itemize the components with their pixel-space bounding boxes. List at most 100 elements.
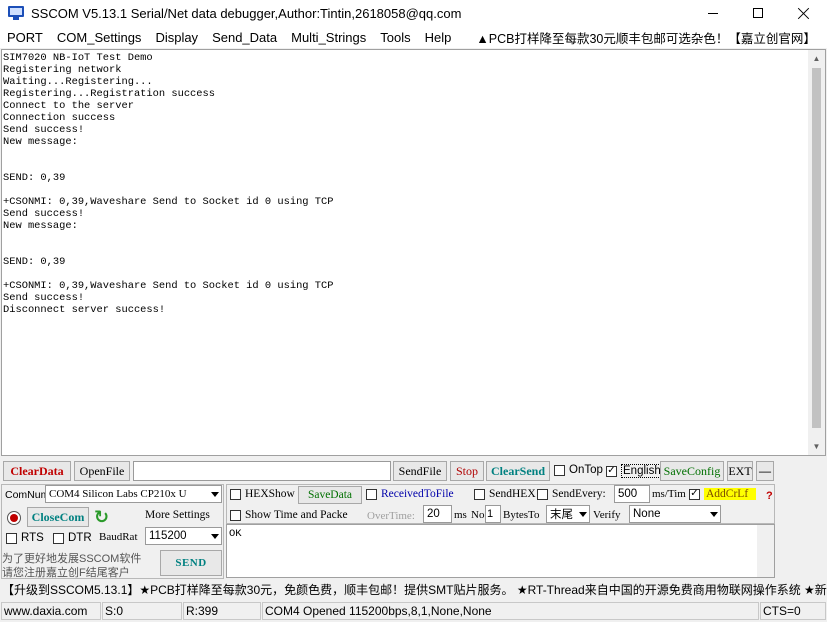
receive-line bbox=[3, 148, 808, 160]
dtr-label: DTR bbox=[68, 532, 92, 544]
add-crlf-label: AddCrLf bbox=[704, 488, 757, 500]
save-config-button[interactable]: SaveConfig bbox=[660, 461, 724, 481]
file-path-input[interactable] bbox=[133, 461, 391, 481]
ext-button[interactable]: EXT bbox=[727, 461, 753, 481]
sscom-window: SSCOM V5.13.1 Serial/Net data debugger,A… bbox=[0, 0, 827, 622]
save-data-button[interactable]: SaveData bbox=[298, 486, 362, 504]
com-port-value: COM4 Silicon Labs CP210x U bbox=[49, 488, 187, 500]
more-settings-link[interactable]: More Settings bbox=[145, 509, 210, 521]
scroll-thumb[interactable] bbox=[812, 68, 821, 428]
overtime-input[interactable]: 20 bbox=[423, 505, 452, 523]
ms-tim-label: ms/Tim bbox=[652, 488, 686, 500]
chevron-down-icon bbox=[211, 534, 219, 539]
ms-label: ms bbox=[454, 509, 467, 521]
com-port-select[interactable]: COM4 Silicon Labs CP210x U bbox=[45, 485, 222, 503]
receive-scrollbar[interactable]: ▲ ▼ bbox=[808, 50, 825, 455]
chevron-down-icon bbox=[579, 512, 587, 517]
receive-area[interactable]: SIM7020 NB-IoT Test Demo Registering netw… bbox=[1, 49, 826, 456]
maximize-button[interactable] bbox=[735, 0, 781, 26]
checkbox-icon bbox=[53, 532, 64, 544]
receive-line: Connect to the server bbox=[3, 100, 134, 112]
menu-help[interactable]: Help bbox=[418, 30, 459, 45]
dtr-checkbox[interactable]: DTR bbox=[53, 532, 92, 544]
menu-tools[interactable]: Tools bbox=[373, 30, 417, 45]
checkmark-icon: ✓ bbox=[606, 465, 617, 477]
receive-line bbox=[3, 160, 808, 172]
show-time-checkbox[interactable]: Show Time and Packe bbox=[230, 509, 348, 521]
receive-line: New message: bbox=[3, 136, 78, 148]
receive-line: Send success! bbox=[3, 208, 85, 220]
add-crlf-checkbox[interactable]: ✓ AddCrLf bbox=[689, 488, 757, 500]
title-bar[interactable]: SSCOM V5.13.1 Serial/Net data debugger,A… bbox=[0, 0, 827, 26]
close-com-button[interactable]: CloseCom bbox=[27, 507, 89, 527]
maximize-icon bbox=[753, 8, 763, 18]
receive-line: Waiting...Registering... bbox=[3, 76, 153, 88]
received-to-file-label: ReceivedToFile bbox=[381, 488, 454, 500]
close-button[interactable] bbox=[781, 0, 827, 26]
on-top-label: OnTop bbox=[569, 464, 603, 476]
verify-select[interactable]: None bbox=[629, 505, 721, 523]
com-num-label: ComNum bbox=[5, 489, 50, 501]
promo-line-2: 请您注册嘉立创F结尾客户 bbox=[2, 567, 130, 579]
baud-rate-select[interactable]: 115200 bbox=[145, 527, 222, 545]
send-area[interactable]: OK bbox=[226, 524, 775, 578]
scroll-down-icon[interactable]: ▼ bbox=[808, 438, 825, 455]
on-top-checkbox[interactable]: OnTop bbox=[554, 464, 603, 476]
baud-rate-value: 115200 bbox=[149, 530, 187, 542]
open-file-button[interactable]: OpenFile bbox=[74, 461, 130, 481]
close-icon bbox=[798, 7, 810, 19]
english-checkbox[interactable]: ✓ English bbox=[606, 464, 663, 478]
collapse-button[interactable]: — bbox=[756, 461, 774, 481]
menu-send-data[interactable]: Send_Data bbox=[205, 30, 284, 45]
refresh-icon[interactable]: ↻ bbox=[94, 507, 109, 527]
baud-rate-label: BaudRat bbox=[99, 531, 138, 543]
send-scrollbar[interactable] bbox=[757, 525, 774, 577]
receive-line: Registering...Registration success bbox=[3, 88, 216, 100]
clear-data-button[interactable]: ClearData bbox=[3, 461, 71, 481]
minimize-button[interactable] bbox=[690, 0, 736, 26]
status-website[interactable]: www.daxia.com bbox=[1, 602, 101, 620]
tail-select[interactable]: 末尾 bbox=[546, 505, 590, 523]
status-sent-count: S:0 bbox=[102, 602, 182, 620]
receive-text[interactable]: SIM7020 NB-IoT Test Demo Registering netw… bbox=[3, 52, 808, 452]
receive-line: SEND: 0,39 bbox=[3, 256, 66, 268]
port-status-icon bbox=[7, 511, 21, 525]
clear-send-button[interactable]: ClearSend bbox=[486, 461, 550, 481]
menu-display[interactable]: Display bbox=[148, 30, 205, 45]
receive-line bbox=[3, 232, 808, 244]
no-input[interactable]: 1 bbox=[485, 505, 501, 523]
received-to-file-checkbox[interactable]: ReceivedToFile bbox=[366, 488, 454, 500]
window-title: SSCOM V5.13.1 Serial/Net data debugger,A… bbox=[31, 5, 462, 21]
send-hex-checkbox[interactable]: SendHEX bbox=[474, 488, 536, 500]
menu-multi-strings[interactable]: Multi_Strings bbox=[284, 30, 373, 45]
send-input[interactable]: OK bbox=[227, 525, 774, 543]
chevron-down-icon bbox=[710, 512, 718, 517]
help-icon[interactable]: ? bbox=[766, 490, 773, 502]
stop-button[interactable]: Stop bbox=[450, 461, 484, 481]
send-button[interactable]: SEND bbox=[160, 550, 222, 576]
menu-port[interactable]: PORT bbox=[0, 30, 50, 45]
receive-line: Disconnect server success! bbox=[3, 304, 166, 316]
receive-line: New message: bbox=[3, 220, 78, 232]
checkbox-icon bbox=[554, 464, 565, 476]
receive-line: Send success! bbox=[3, 124, 85, 136]
send-every-input[interactable]: 500 bbox=[614, 485, 650, 503]
menu-com-settings[interactable]: COM_Settings bbox=[50, 30, 149, 45]
send-file-button[interactable]: SendFile bbox=[393, 461, 447, 481]
ad-marquee[interactable]: 【升级到SSCOM5.13.1】★PCB打样降至每款30元，免颜色费，顺丰包邮！… bbox=[0, 580, 827, 599]
no-label: No bbox=[471, 509, 485, 521]
send-every-checkbox[interactable]: SendEvery: bbox=[537, 488, 606, 500]
checkmark-icon: ✓ bbox=[689, 488, 700, 500]
scroll-up-icon[interactable]: ▲ bbox=[808, 50, 825, 67]
receive-line: SIM7020 NB-IoT Test Demo bbox=[3, 52, 153, 64]
hex-show-checkbox[interactable]: HEXShow bbox=[230, 488, 295, 500]
receive-line bbox=[3, 244, 808, 256]
receive-line: Send success! bbox=[3, 292, 85, 304]
monitor-icon bbox=[8, 5, 24, 21]
menu-ad-link[interactable]: ▲PCB打样降至每款30元顺丰包邮可选杂色！【嘉立创官网】 bbox=[476, 28, 815, 47]
send-hex-label: SendHEX bbox=[489, 488, 536, 500]
tail-value: 末尾 bbox=[550, 509, 573, 521]
rts-checkbox[interactable]: RTS bbox=[6, 532, 44, 544]
minimize-icon bbox=[708, 12, 718, 14]
toolbar: ClearData OpenFile SendFile Stop ClearSe… bbox=[0, 459, 827, 483]
